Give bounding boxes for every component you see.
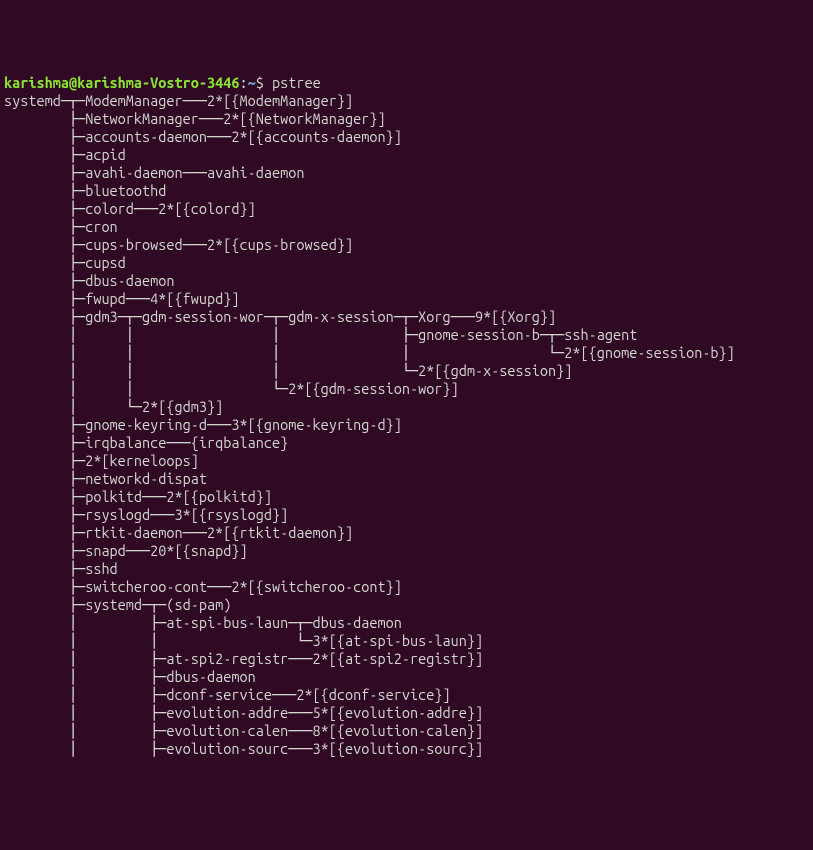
- prompt-user-host: karishma@karishma-Vostro-3446: [4, 74, 239, 91]
- command-text: pstree: [272, 74, 321, 91]
- prompt-tilde: ~: [248, 74, 256, 91]
- prompt-dollar: $: [256, 74, 272, 91]
- terminal-container[interactable]: karishma@karishma-Vostro-3446:~$ pstree …: [4, 74, 809, 758]
- prompt-separator: :: [239, 74, 247, 91]
- pstree-output: systemd─┬─ModemManager───2*[{ModemManage…: [4, 92, 809, 758]
